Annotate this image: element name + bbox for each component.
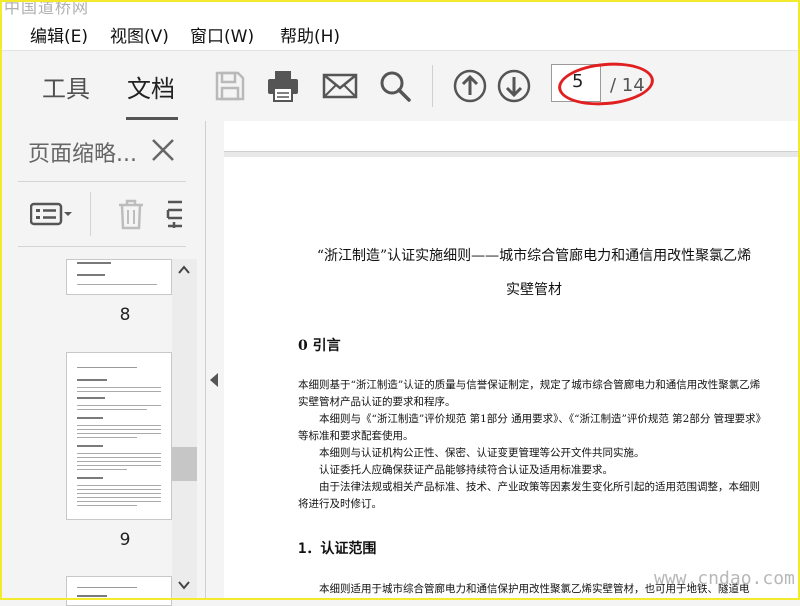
menu-view[interactable]: 视图(V) xyxy=(110,22,169,47)
doc-section-heading: 0 引言 xyxy=(298,338,341,354)
doc-paragraph: 本细则与认证机构公正性、保密、认证变更管理等公开文件共同实施。 xyxy=(319,447,645,459)
extract-icon[interactable] xyxy=(166,198,186,230)
thumb-text-line xyxy=(77,391,161,392)
thumb-text-line xyxy=(77,505,137,506)
trash-icon[interactable] xyxy=(116,198,146,230)
thumbnail-page-8[interactable] xyxy=(66,259,172,295)
chevron-down-icon[interactable] xyxy=(177,578,191,592)
toolbar: 工具 文档 5 / 14 xyxy=(0,50,800,122)
thumbnail-page-next[interactable] xyxy=(66,576,172,606)
options-icon[interactable] xyxy=(30,202,74,226)
menu-bar: 编辑(E) 视图(V) 窗口(W) 帮助(H) xyxy=(0,14,800,50)
toolbar-separator xyxy=(432,65,433,107)
panel-toolbar xyxy=(18,181,186,247)
thumbnail-scrollbar[interactable] xyxy=(172,259,197,600)
doc-title-line1: “浙江制造”认证实施细则——城市综合管廊电力和通信用改性聚氯乙烯 xyxy=(316,248,752,264)
arrow-down-icon[interactable] xyxy=(496,68,532,104)
active-tab-indicator xyxy=(126,117,178,120)
close-icon[interactable] xyxy=(150,137,176,163)
doc-paragraph: 本细则与《“浙江制造”评价规范 第1部分 通用要求》、《“浙江制造”评价规范 第… xyxy=(298,413,761,442)
doc-paragraph: 认证委托人应确保获证产品能够持续符合认证及适用标准要求。 xyxy=(319,464,613,476)
thumb-text-line xyxy=(77,465,161,466)
thumb-text-line xyxy=(77,405,161,406)
menu-window[interactable]: 窗口(W) xyxy=(190,22,254,47)
thumb-text-line xyxy=(77,425,161,426)
thumbnail-page-9[interactable] xyxy=(66,352,172,520)
thumb-text-line xyxy=(77,501,161,502)
thumb-text-line xyxy=(77,437,137,438)
doc-section-heading: 1．认证范围 xyxy=(298,541,377,557)
thumb-text-line xyxy=(77,595,107,597)
doc-title-line2: 实壁管材 xyxy=(506,282,562,298)
thumbnail-label: 8 xyxy=(119,305,131,325)
thumb-text-line xyxy=(77,497,161,498)
thumbnail-panel: 页面缩略... 8 9 xyxy=(0,121,206,606)
panel-tools-separator xyxy=(90,192,91,236)
thumb-text-line xyxy=(77,397,105,399)
thumb-text-line xyxy=(77,457,161,458)
panel-title: 页面缩略... xyxy=(28,142,137,167)
doc-paragraph: 由于法律法规或相关产品标准、技术、产业政策等因素发生变化所引起的适用范围调整，本… xyxy=(298,481,760,510)
thumb-text-line xyxy=(77,485,161,486)
tab-document[interactable]: 文档 xyxy=(127,69,175,104)
chevron-up-icon[interactable] xyxy=(177,263,191,277)
thumbnail-label: 9 xyxy=(119,530,131,550)
thumb-text-line xyxy=(77,477,103,479)
print-icon[interactable] xyxy=(265,68,301,104)
thumb-text-line xyxy=(77,379,107,381)
thumb-text-line xyxy=(77,417,103,419)
document-view[interactable]: “浙江制造”认证实施细则——城市综合管廊电力和通信用改性聚氯乙烯 实壁管材 0 … xyxy=(224,121,800,600)
thumb-text-line xyxy=(77,469,127,470)
doc-paragraph: 本细则基于“浙江制造”认证的质量与信誉保证制定，规定了城市综合管廊电力和通信用改… xyxy=(298,379,761,408)
document-page: “浙江制造”认证实施细则——城市综合管廊电力和通信用改性聚氯乙烯 实壁管材 0 … xyxy=(224,157,800,600)
thumb-text-line xyxy=(77,493,161,494)
thumb-text-line xyxy=(77,274,105,276)
arrow-up-icon[interactable] xyxy=(452,68,488,104)
thumb-text-line xyxy=(77,367,137,368)
thumb-text-line xyxy=(77,387,161,388)
thumb-text-line xyxy=(77,262,111,264)
thumb-text-line xyxy=(77,429,161,430)
menu-edit[interactable]: 编辑(E) xyxy=(30,22,88,47)
thumb-text-line xyxy=(77,453,161,454)
thumb-text-line xyxy=(77,284,157,285)
watermark-top: 中国道桥网 xyxy=(4,0,90,17)
scrollbar-thumb[interactable] xyxy=(172,447,197,481)
collapse-panel-icon[interactable] xyxy=(210,373,218,387)
watermark-bottom: www.cndao.com xyxy=(654,568,795,589)
menu-help[interactable]: 帮助(H) xyxy=(280,22,340,47)
thumb-text-line xyxy=(77,489,161,490)
thumb-text-line xyxy=(77,461,161,462)
thumb-text-line xyxy=(77,445,103,447)
previous-page-edge xyxy=(224,121,800,152)
mail-icon[interactable] xyxy=(322,68,358,104)
thumb-text-line xyxy=(77,433,161,434)
thumb-text-line xyxy=(77,587,137,588)
panel-splitter[interactable] xyxy=(206,121,224,600)
tab-tools[interactable]: 工具 xyxy=(42,69,90,104)
thumb-text-line xyxy=(77,409,147,410)
save-icon[interactable] xyxy=(212,68,248,104)
title-bar xyxy=(0,0,800,14)
search-icon[interactable] xyxy=(377,68,413,104)
